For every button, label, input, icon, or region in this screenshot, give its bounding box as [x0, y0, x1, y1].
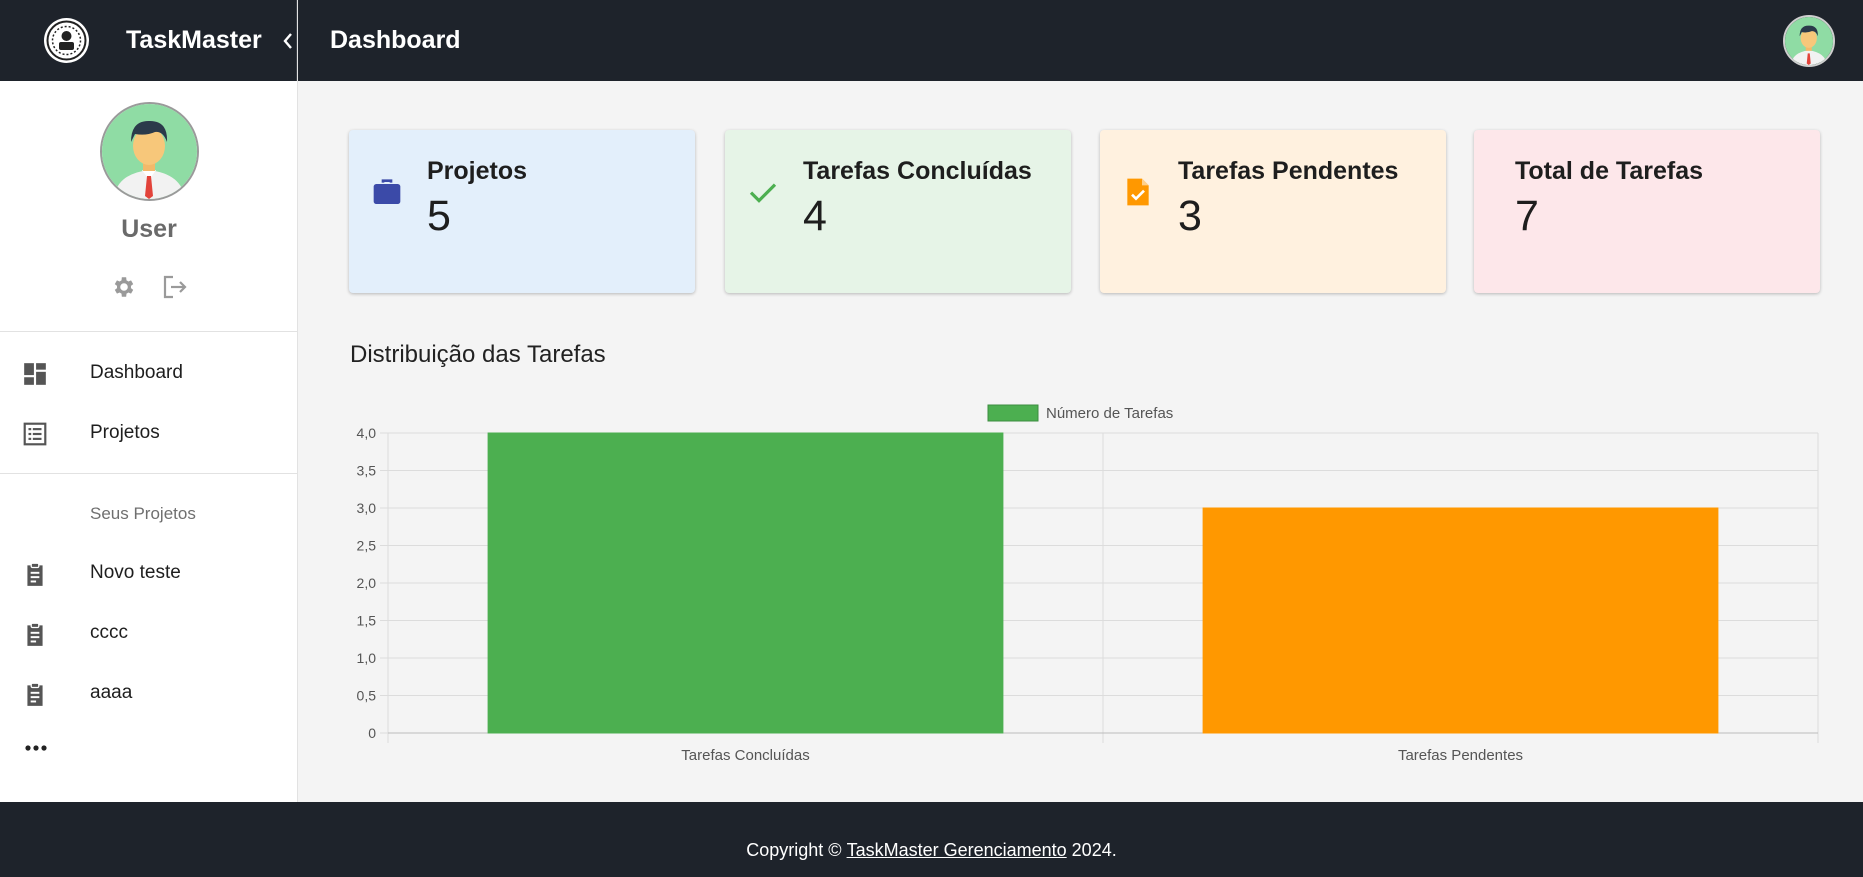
clipboard-icon	[22, 621, 48, 647]
stat-card-tarefas-pendentes[interactable]: Tarefas Pendentes 3	[1100, 130, 1446, 293]
page-title: Dashboard	[330, 26, 461, 54]
sidebar-item-label: cccc	[90, 622, 128, 643]
x-tick-label: Tarefas Pendentes	[1398, 747, 1523, 764]
copyright-text: Copyright ©	[746, 840, 842, 860]
sidebar-item-label: aaaa	[90, 682, 133, 703]
clipboard-icon	[22, 561, 48, 587]
app-name: TaskMaster	[126, 26, 262, 54]
list-icon	[22, 421, 48, 447]
y-tick-label: 2,5	[357, 538, 377, 554]
y-tick-label: 4,0	[357, 425, 377, 441]
top-bar: Dashboard	[298, 0, 1863, 81]
card-title: Projetos	[427, 157, 528, 185]
sidebar: TaskMaster User Dashboard Projetos Seus …	[0, 0, 298, 802]
divider	[0, 473, 298, 474]
bar	[1202, 507, 1719, 734]
y-tick-label: 1,5	[357, 613, 377, 629]
sidebar-header: TaskMaster	[0, 0, 297, 81]
logout-icon[interactable]	[161, 274, 189, 305]
card-title: Total de Tarefas	[1515, 157, 1704, 185]
sidebar-item-projetos[interactable]: Projetos	[0, 408, 298, 458]
footer: Copyright © TaskMaster Gerenciamento 202…	[0, 802, 1863, 877]
card-value: 5	[427, 192, 451, 240]
sidebar-item-label: Novo teste	[90, 562, 181, 583]
card-value: 4	[803, 192, 827, 240]
stat-card-tarefas-concluidas[interactable]: Tarefas Concluídas 4	[725, 130, 1071, 293]
x-tick-label: Tarefas Concluídas	[681, 747, 809, 764]
footer-link[interactable]: TaskMaster Gerenciamento	[847, 840, 1067, 861]
collapse-sidebar-button[interactable]	[278, 28, 298, 54]
y-tick-label: 2,0	[357, 575, 377, 591]
card-value: 7	[1515, 192, 1539, 240]
sidebar-item-label: Projetos	[90, 422, 160, 443]
dashboard-icon	[22, 361, 48, 387]
card-title: Tarefas Pendentes	[1178, 157, 1399, 185]
legend-label: Número de Tarefas	[1046, 405, 1173, 422]
y-tick-label: 1,0	[357, 650, 377, 666]
stat-card-total-tarefas[interactable]: Total de Tarefas 7	[1474, 130, 1820, 293]
card-value: 3	[1178, 192, 1202, 240]
card-title: Tarefas Concluídas	[803, 157, 1032, 185]
sidebar-item-project[interactable]: aaaa	[0, 668, 298, 718]
sidebar-item-project[interactable]: Novo teste	[0, 548, 298, 598]
clipboard-icon	[22, 681, 48, 707]
section-label: Seus Projetos	[90, 504, 196, 523]
chevron-left-icon	[283, 33, 292, 49]
bar-chart: 0 0,5 1,0 1,5 2,0 2,5 3,0 3,5 4,0 Tarefas Concluí…	[357, 404, 1819, 764]
avatar[interactable]	[1783, 15, 1835, 67]
y-tick-label: 0,5	[357, 688, 377, 704]
gear-icon[interactable]	[111, 274, 137, 305]
sidebar-item-project[interactable]: cccc	[0, 608, 298, 658]
y-tick-label: 3,0	[357, 500, 377, 516]
pending-file-icon	[1122, 176, 1154, 208]
username: User	[121, 215, 177, 243]
legend-swatch	[987, 404, 1039, 422]
logo-icon[interactable]	[44, 18, 89, 63]
y-tick-label: 3,5	[357, 463, 377, 479]
briefcase-icon	[371, 176, 403, 208]
avatar[interactable]	[100, 102, 199, 201]
more-icon[interactable]	[23, 736, 49, 760]
y-tick-label: 0	[368, 725, 376, 741]
copyright-year: 2024.	[1071, 840, 1117, 860]
bar	[487, 432, 1004, 734]
chart-title: Distribuição das Tarefas	[350, 341, 606, 368]
user-profile: User	[0, 81, 297, 332]
sidebar-item-label: Dashboard	[90, 362, 183, 383]
check-icon	[747, 176, 779, 208]
sidebar-item-dashboard[interactable]: Dashboard	[0, 348, 298, 398]
stat-card-projetos[interactable]: Projetos 5	[349, 130, 695, 293]
